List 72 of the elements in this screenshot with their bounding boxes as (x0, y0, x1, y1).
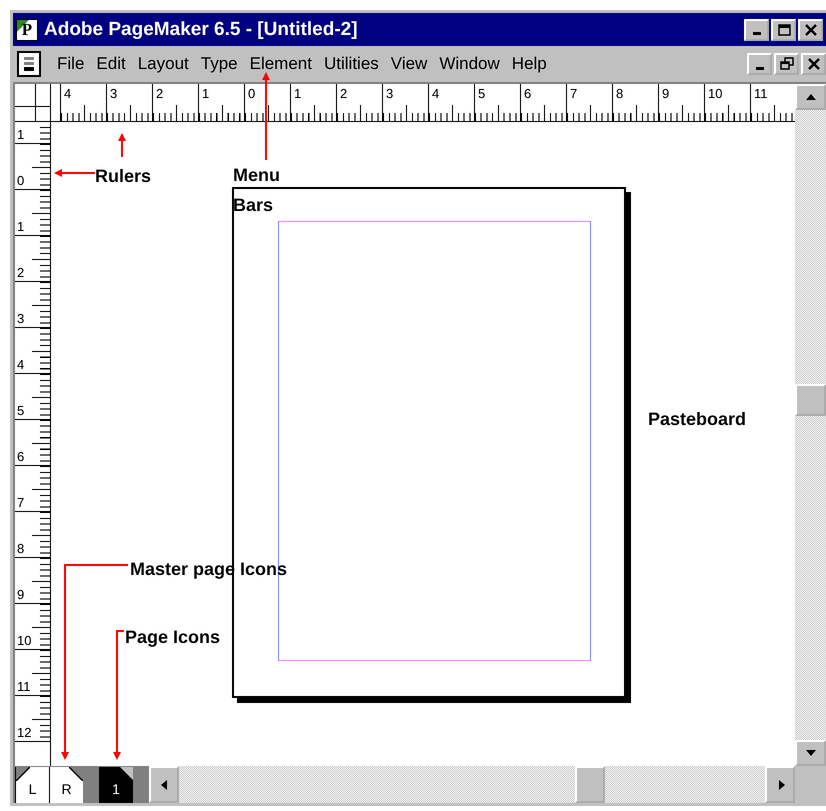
annotation-label: Page Icons (125, 626, 222, 649)
ruler-number: 2 (340, 87, 348, 100)
ruler-number: 5 (17, 404, 24, 417)
ruler-number: 8 (17, 542, 24, 555)
ruler-number: 9 (662, 87, 670, 100)
menu-item[interactable]: Help (506, 52, 553, 76)
ruler-number: 1 (17, 220, 24, 233)
ruler-number: 1 (17, 128, 24, 141)
menu-item[interactable]: Layout (132, 52, 195, 76)
window-title: Adobe PageMaker 6.5 - [Untitled-2] (44, 18, 359, 40)
scroll-right-button[interactable] (765, 766, 795, 803)
annotation-label: Menu Bars (233, 164, 281, 217)
minimize-icon (752, 32, 760, 35)
ruler-number: 1 (294, 87, 302, 100)
scroll-down-button[interactable] (795, 740, 826, 766)
close-icon (804, 22, 818, 36)
page-icon[interactable]: L (15, 767, 49, 803)
annotation-label: Pasteboard (648, 408, 748, 431)
horizontal-scrollbar[interactable] (149, 766, 795, 803)
ruler-number: 2 (17, 266, 24, 279)
menu-item[interactable]: File (51, 52, 90, 76)
document-icon[interactable] (17, 51, 41, 77)
minimize-button[interactable] (744, 18, 769, 40)
scroll-up-button[interactable] (795, 84, 826, 110)
page-icon[interactable]: 1 (99, 767, 133, 803)
menu-item[interactable]: Type (194, 52, 244, 76)
menu-item[interactable]: Element (244, 52, 318, 76)
minimize-button[interactable] (747, 53, 772, 75)
ruler-number: 12 (17, 726, 32, 739)
annotation-label: Rulers (95, 165, 152, 188)
page-icon[interactable]: R (49, 767, 83, 803)
ruler-number: 7 (570, 87, 578, 100)
ruler-number: 4 (64, 87, 72, 100)
scroll-left-button[interactable] (149, 766, 179, 803)
scroll-thumb[interactable] (575, 766, 605, 803)
maximize-icon (776, 22, 790, 36)
menu-item[interactable]: Utilities (318, 52, 385, 76)
ruler-number: 4 (17, 358, 24, 371)
close-icon (806, 57, 820, 71)
app-icon: P (16, 18, 38, 40)
ruler-number: 11 (17, 680, 30, 693)
scroll-thumb[interactable] (795, 384, 826, 416)
ruler-origin[interactable] (15, 84, 51, 122)
ruler-number: 10 (708, 87, 722, 100)
ruler-number: 0 (17, 174, 24, 187)
ruler-number: 9 (17, 588, 24, 601)
ruler-number: 3 (386, 87, 394, 100)
leader-line (118, 133, 126, 157)
ruler-number: 6 (524, 87, 532, 100)
ruler-number: 3 (110, 87, 118, 100)
ruler-number: 1 (202, 87, 210, 100)
ruler-number: 6 (17, 450, 24, 463)
ruler-number: 10 (17, 634, 32, 647)
ruler-number: 7 (17, 496, 24, 509)
menu-item[interactable]: Edit (90, 52, 132, 76)
ruler-number: 11 (754, 87, 768, 100)
ruler-number: 8 (616, 87, 624, 100)
leader-line (54, 169, 95, 177)
restore-icon (780, 57, 794, 71)
ruler-number: 5 (478, 87, 486, 100)
ruler-number: 0 (248, 87, 256, 100)
ruler-number: 2 (156, 87, 164, 100)
close-button[interactable] (798, 18, 823, 40)
minimize-icon (756, 66, 764, 70)
maximize-button[interactable] (771, 18, 796, 40)
close-button[interactable] (801, 53, 826, 75)
vertical-scrollbar[interactable] (795, 122, 826, 766)
menu-item[interactable]: View (384, 52, 434, 76)
menu-item[interactable]: Window (433, 52, 506, 76)
restore-button[interactable] (774, 53, 799, 75)
ruler-number: 4 (432, 87, 440, 100)
ruler-number: 3 (17, 312, 24, 325)
